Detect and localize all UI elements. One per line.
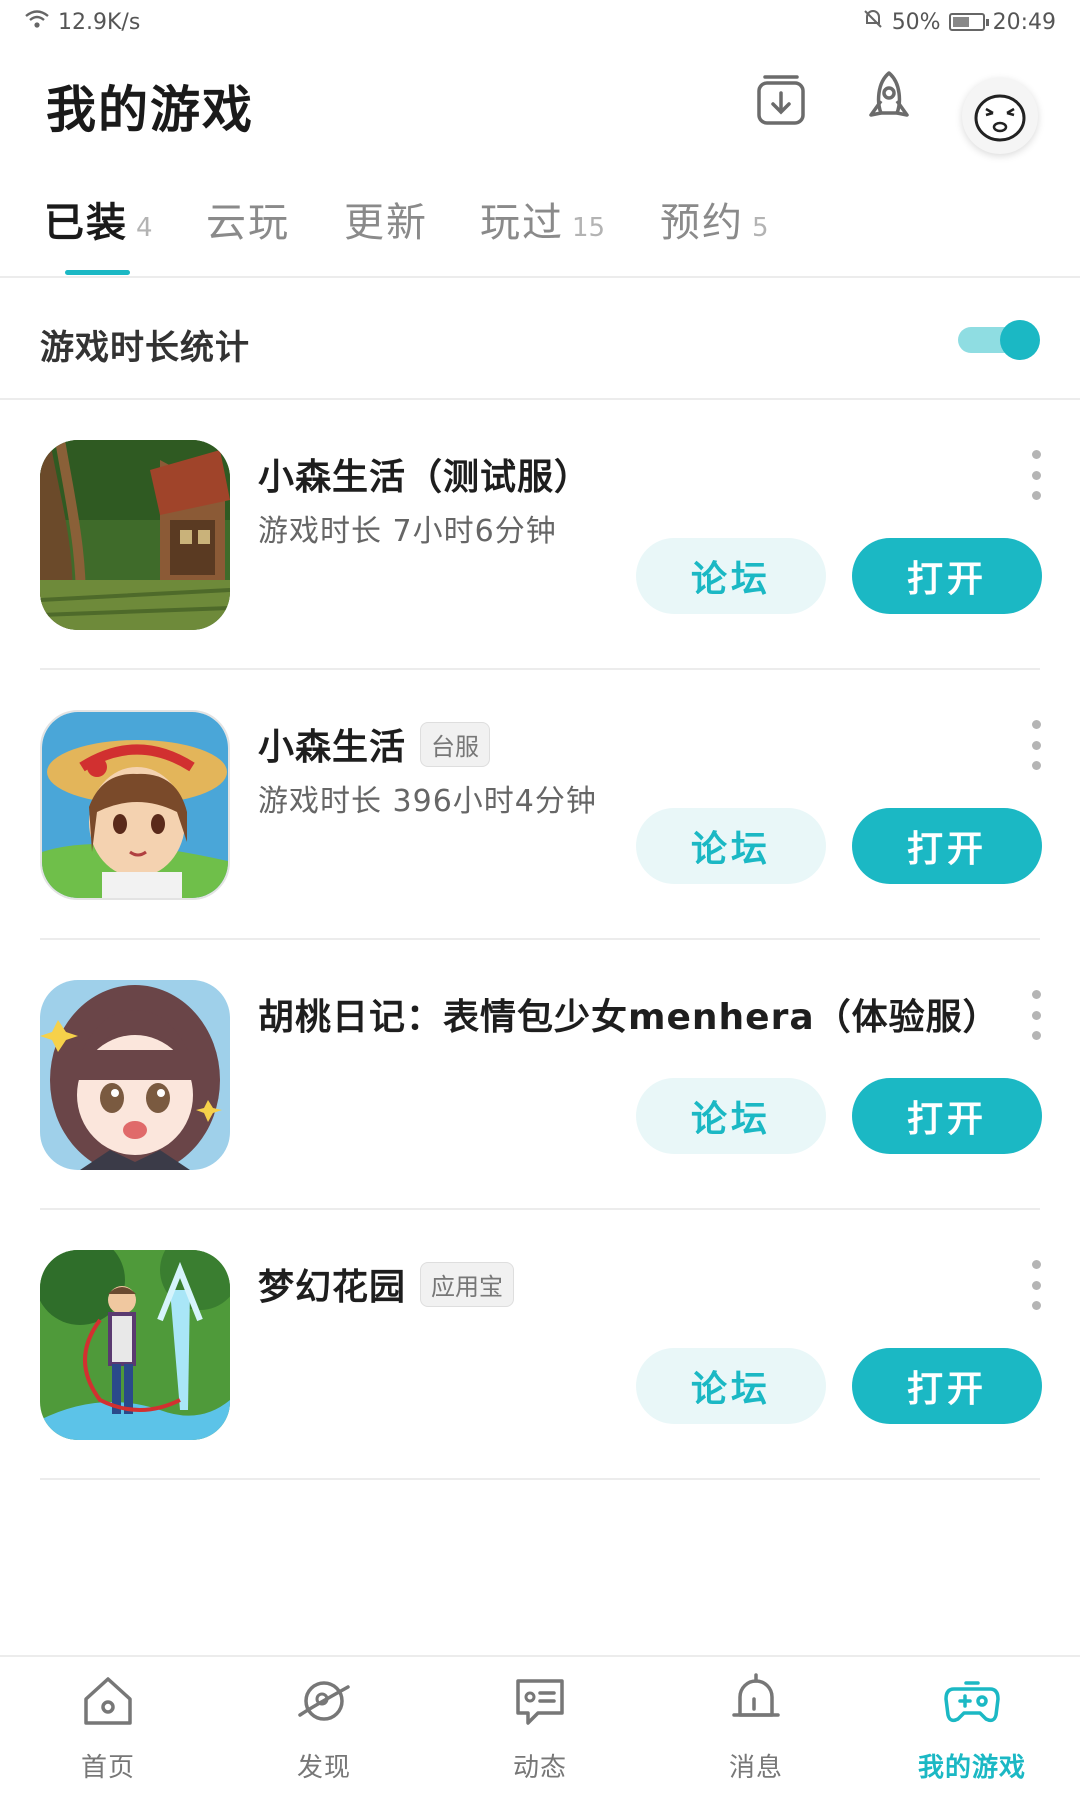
divider xyxy=(40,1478,1040,1480)
nav-label: 首页 xyxy=(80,1753,135,1783)
tab-updates[interactable]: 更新 xyxy=(344,190,428,248)
sad-face-avatar-icon xyxy=(974,94,1026,142)
avatar[interactable] xyxy=(962,78,1038,154)
tab-count: 15 xyxy=(572,213,606,243)
more-options-button[interactable] xyxy=(1028,450,1044,500)
battery-percent: 50% xyxy=(891,9,941,35)
page-title: 我的游戏 xyxy=(46,81,254,139)
game-playtime: 游戏时长 7小时6分钟 xyxy=(258,514,557,549)
bottom-nav: 首页 发现 动态 消息 我的游戏 xyxy=(0,1655,1080,1800)
nav-discover[interactable]: 发现 xyxy=(216,1669,432,1784)
status-right: 50% 20:49 xyxy=(862,8,1056,36)
tab-installed[interactable]: 已装 4 xyxy=(44,190,153,248)
playtime-stats-toggle[interactable] xyxy=(958,320,1040,360)
forest-cabin-icon[interactable] xyxy=(40,440,230,630)
bell-icon xyxy=(732,1673,780,1717)
gamepad-icon xyxy=(944,1681,1000,1723)
tab-count: 4 xyxy=(136,213,153,243)
straw-hat-girl-icon[interactable] xyxy=(40,710,230,900)
tab-label: 已装 xyxy=(44,200,128,246)
game-item[interactable]: 小森生活 台服 游戏时长 396小时4分钟 论坛 打开 xyxy=(0,670,1080,940)
tab-played[interactable]: 玩过 15 xyxy=(480,190,605,248)
battery-icon xyxy=(948,13,989,31)
more-options-button[interactable] xyxy=(1028,1260,1044,1310)
nav-messages[interactable]: 消息 xyxy=(648,1669,864,1784)
garden-butler-icon[interactable] xyxy=(40,1250,230,1440)
game-region-tag: 台服 xyxy=(420,721,491,767)
mute-bell-icon xyxy=(862,8,884,36)
active-tab-indicator xyxy=(65,270,130,275)
open-button[interactable]: 打开 xyxy=(852,1078,1042,1154)
tab-label: 云玩 xyxy=(206,200,290,246)
forum-button[interactable]: 论坛 xyxy=(636,1078,826,1154)
download-box-icon xyxy=(757,75,805,125)
tab-reserved[interactable]: 预约 5 xyxy=(660,190,769,248)
open-button[interactable]: 打开 xyxy=(852,1348,1042,1424)
header: 我的游戏 xyxy=(0,52,1080,154)
more-options-button[interactable] xyxy=(1028,720,1044,770)
tab-bar: 已装 4 云玩 更新 玩过 15 预约 5 xyxy=(0,180,1080,278)
game-name-row: 梦幻花园 应用宝 xyxy=(258,1258,515,1310)
tab-label: 玩过 xyxy=(480,200,564,246)
download-manager-button[interactable] xyxy=(744,62,818,136)
rocket-icon xyxy=(869,71,909,117)
forum-button[interactable]: 论坛 xyxy=(636,538,826,614)
tab-label: 更新 xyxy=(344,200,428,246)
forum-button[interactable]: 论坛 xyxy=(636,1348,826,1424)
game-name: 胡桃日记：表情包少女menhera（体验服） xyxy=(258,997,1000,1038)
nav-my-games[interactable]: 我的游戏 xyxy=(864,1669,1080,1784)
open-button[interactable]: 打开 xyxy=(852,808,1042,884)
open-button[interactable]: 打开 xyxy=(852,538,1042,614)
game-name: 梦幻花园 xyxy=(258,1267,407,1308)
tab-count: 5 xyxy=(752,213,769,243)
tab-label: 预约 xyxy=(660,200,744,246)
game-name-row: 小森生活（测试服） xyxy=(258,448,591,500)
game-source-tag: 应用宝 xyxy=(420,1261,515,1307)
game-name: 小森生活（测试服） xyxy=(258,457,592,498)
nav-home[interactable]: 首页 xyxy=(0,1669,216,1784)
clock: 20:49 xyxy=(992,9,1056,35)
nav-label: 消息 xyxy=(728,1753,783,1783)
toggle-knob xyxy=(1000,320,1040,360)
nav-label: 我的游戏 xyxy=(917,1753,1026,1783)
game-name: 小森生活 xyxy=(258,727,407,768)
forum-button[interactable]: 论坛 xyxy=(636,808,826,884)
planet-icon xyxy=(298,1681,350,1721)
game-item[interactable]: 梦幻花园 应用宝 论坛 打开 xyxy=(0,1210,1080,1480)
playtime-stats-label: 游戏时长统计 xyxy=(40,328,250,368)
home-icon xyxy=(84,1677,132,1725)
game-playtime: 游戏时长 396小时4分钟 xyxy=(258,784,597,819)
nav-label: 动态 xyxy=(512,1753,567,1783)
game-item[interactable]: 小森生活（测试服） 游戏时长 7小时6分钟 论坛 打开 xyxy=(0,400,1080,670)
chat-icon xyxy=(516,1679,564,1725)
playtime-stats-row: 游戏时长统计 xyxy=(0,280,1080,400)
anime-girl-icon[interactable] xyxy=(40,980,230,1170)
status-bar: 12.9K/s 50% 20:49 xyxy=(0,0,1080,44)
nav-label: 发现 xyxy=(296,1753,351,1783)
nav-feed[interactable]: 动态 xyxy=(432,1669,648,1784)
tab-cloud-play[interactable]: 云玩 xyxy=(206,190,290,248)
more-options-button[interactable] xyxy=(1028,990,1044,1040)
game-item[interactable]: 胡桃日记：表情包少女menhera（体验服） 论坛 打开 xyxy=(0,940,1080,1210)
game-name-row: 胡桃日记：表情包少女menhera（体验服） xyxy=(258,988,1000,1040)
game-name-row: 小森生活 台服 xyxy=(258,718,491,770)
wifi-icon xyxy=(24,9,50,35)
status-left: 12.9K/s xyxy=(24,9,140,35)
speed-up-button[interactable] xyxy=(852,62,926,136)
network-speed: 12.9K/s xyxy=(58,9,141,35)
